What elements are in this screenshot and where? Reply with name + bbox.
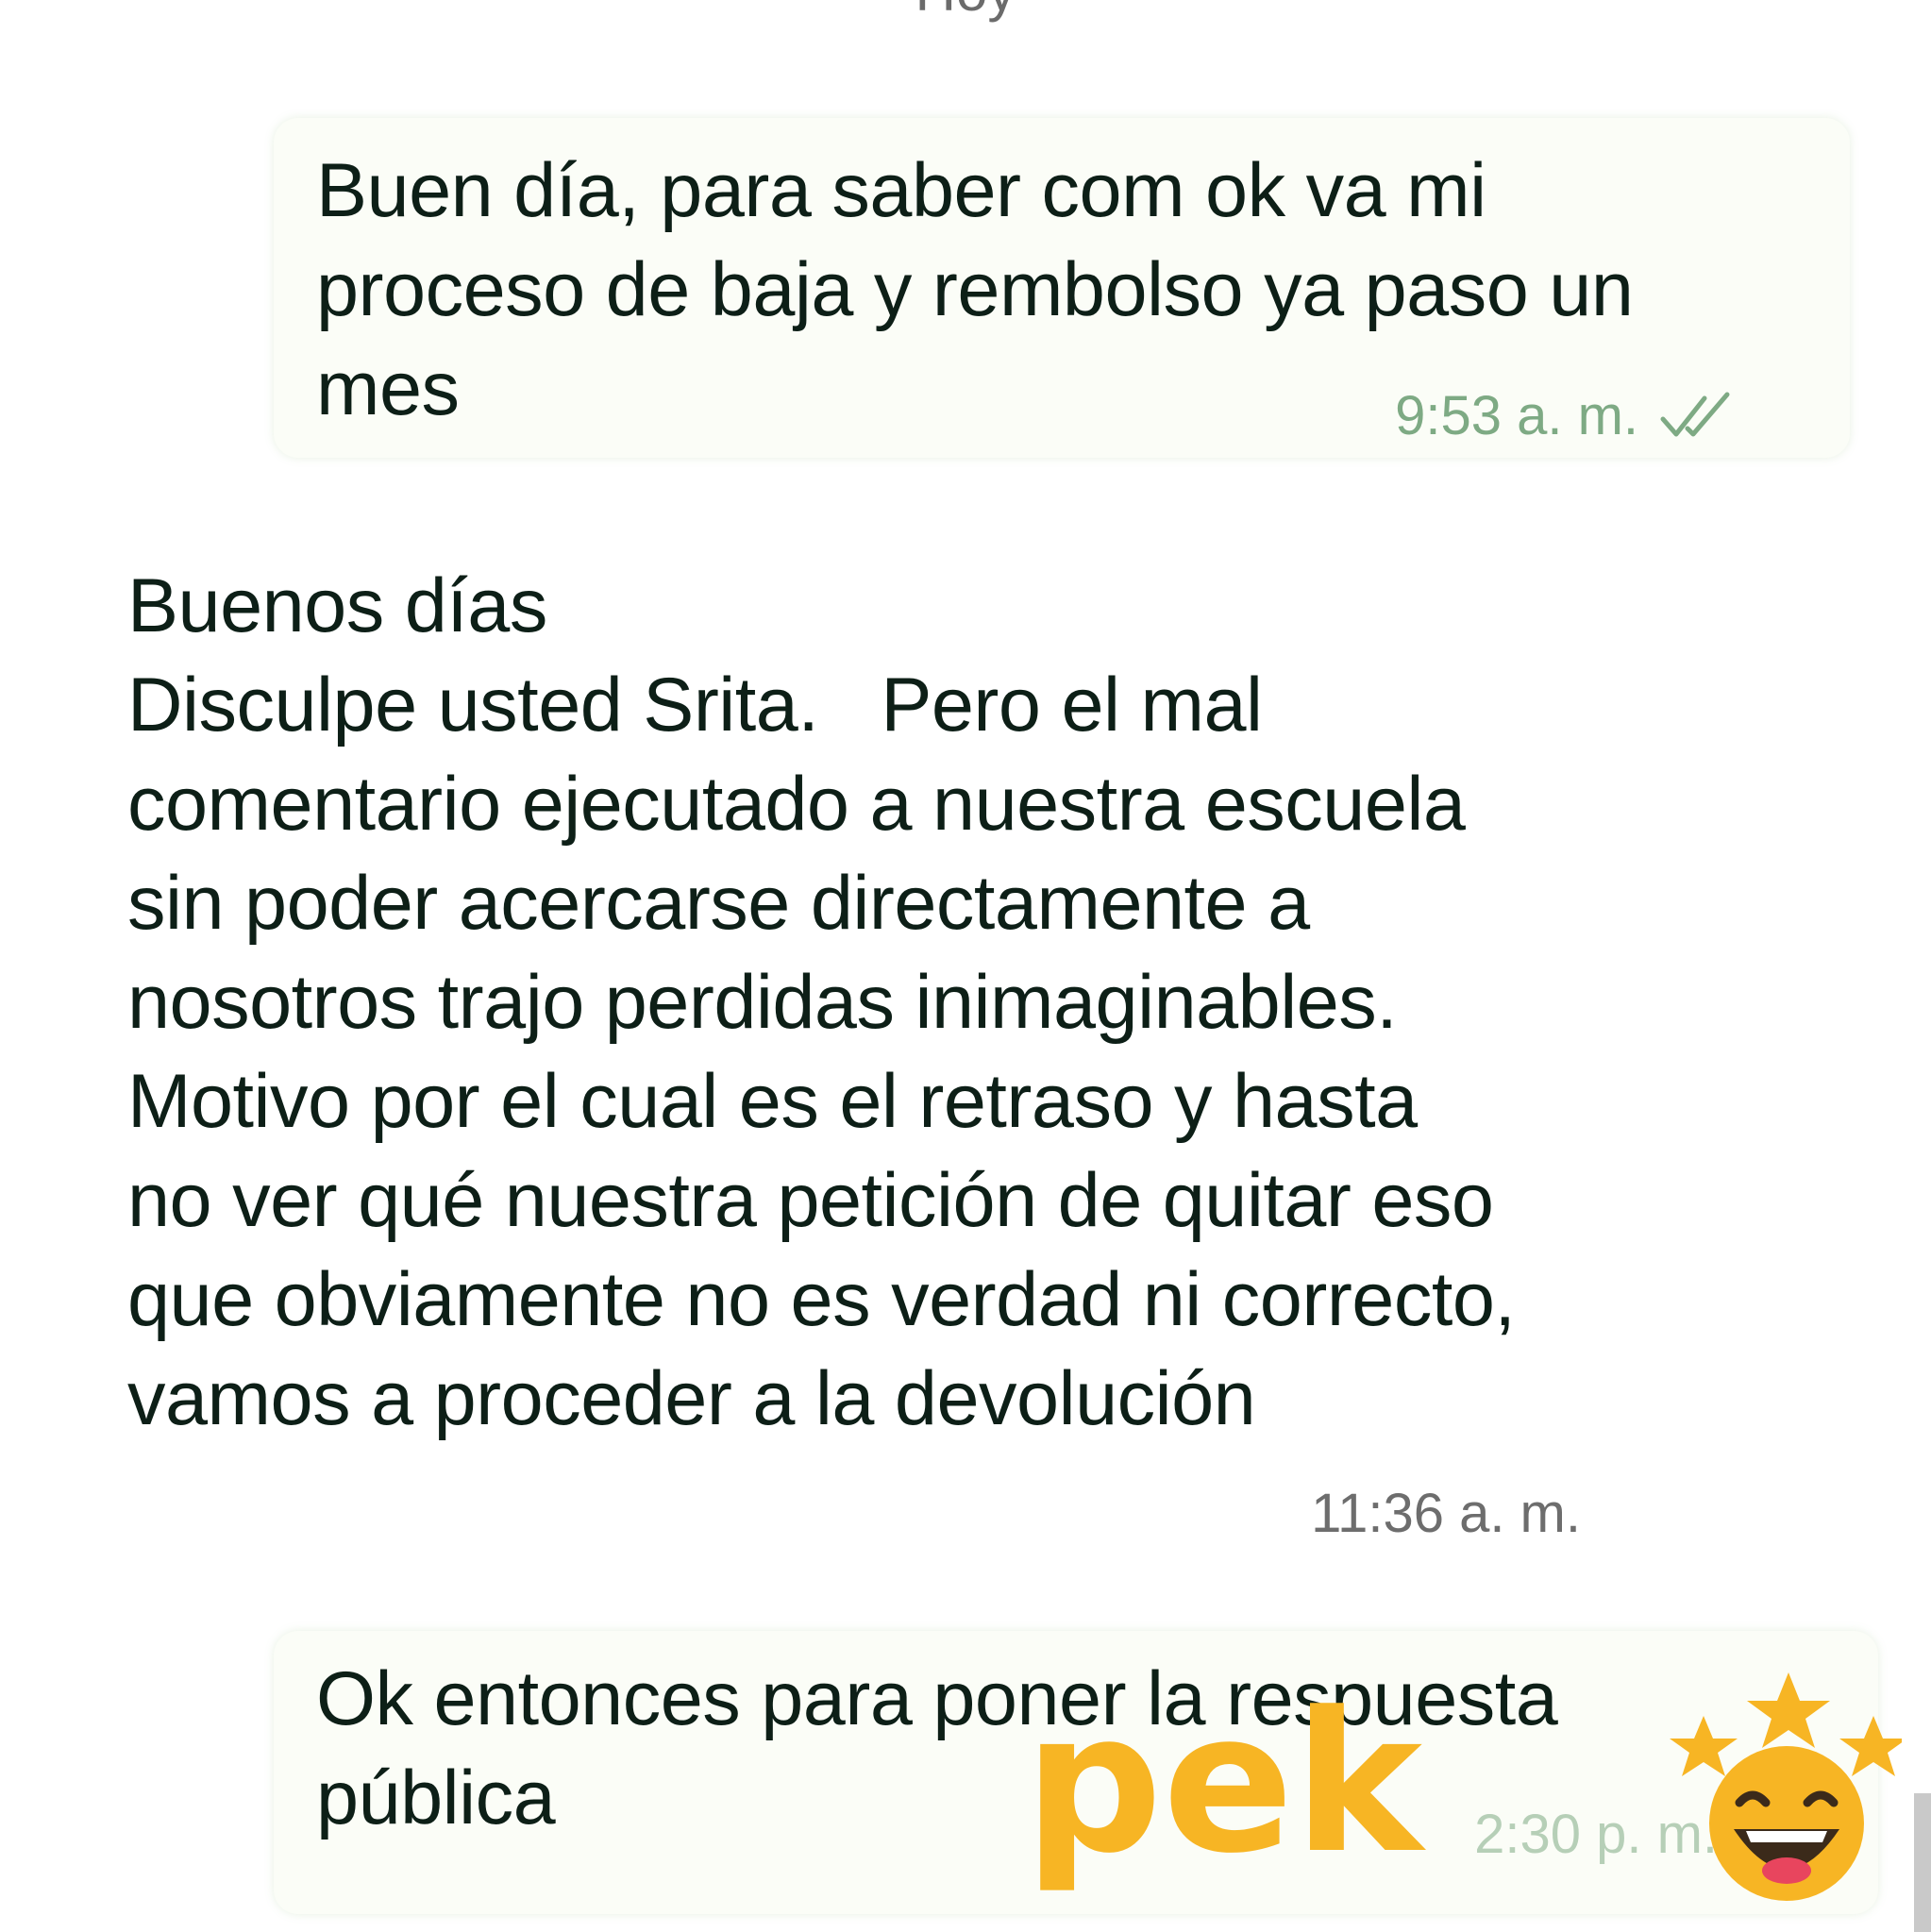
date-separator: Hoy [0, 0, 1931, 24]
chat-view: Hoy Buen día, para saber com ok va mi pr… [0, 0, 1931, 1932]
message-time: 11:36 a. m. [1311, 1483, 1581, 1544]
double-check-icon [1660, 392, 1730, 436]
watermark: pek [1024, 1661, 1907, 1930]
scrollbar[interactable] [1914, 1793, 1931, 1932]
message-text: Buenos días Disculpe usted Srita. Pero e… [127, 563, 1516, 1441]
message-meta: 11:36 a. m. [1311, 1482, 1581, 1545]
watermark-graphic: pek [1024, 1672, 1907, 1901]
message-meta: 9:53 a. m. [1395, 384, 1737, 447]
outgoing-message[interactable]: Buen día, para saber com ok va mi proces… [274, 118, 1850, 458]
message-time: 9:53 a. m. [1395, 385, 1638, 446]
laughing-face-stars-icon [1670, 1672, 1907, 1901]
watermark-text: pek [1024, 1672, 1427, 1896]
incoming-message[interactable]: Buenos días Disculpe usted Srita. Pero e… [104, 538, 1652, 1557]
